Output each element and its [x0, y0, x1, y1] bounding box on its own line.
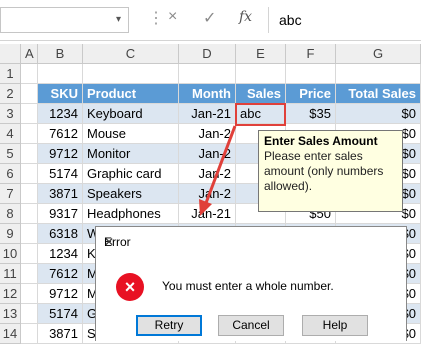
help-button[interactable]: Help [302, 315, 368, 336]
dialog-message: You must enter a whole number. [162, 279, 334, 293]
input-message-tooltip: Enter Sales Amount Please enter sales am… [258, 130, 403, 212]
close-icon[interactable]: ✕ [104, 235, 396, 249]
error-icon: × [116, 273, 144, 301]
error-dialog: Error ✕ × You must enter a whole number.… [95, 226, 407, 341]
dialog-title-bar: Error ✕ [96, 227, 406, 257]
retry-button[interactable]: Retry [136, 315, 202, 336]
cancel-button[interactable]: Cancel [218, 315, 284, 336]
tooltip-title: Enter Sales Amount [264, 134, 378, 148]
tooltip-message: Please enter sales amount (only numbers … [264, 149, 384, 193]
